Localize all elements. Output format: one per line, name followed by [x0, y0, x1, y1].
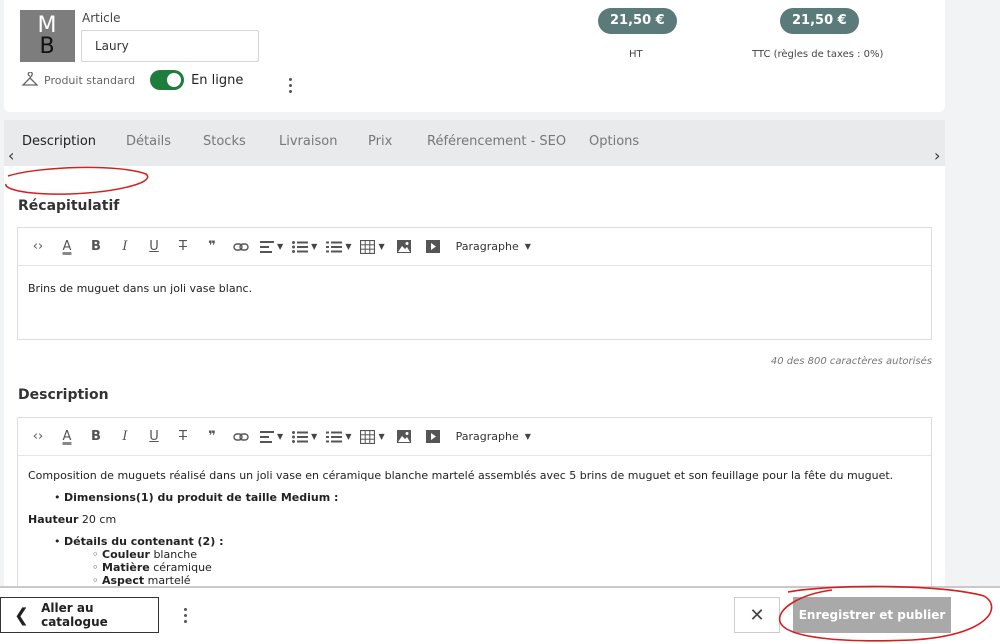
align-icon[interactable]: ▼ — [260, 426, 283, 448]
description-panel: Récapitulatif ‹› A B I U T ❞ ▼ ▼ ▼ ▼ Par… — [4, 166, 945, 592]
product-header: M B Article Laury Produit standard En li… — [4, 0, 945, 112]
quote-icon[interactable]: ❞ — [202, 236, 222, 258]
price-ttc-caption: TTC (règles de taxes : 0%) — [752, 49, 884, 60]
tab-details[interactable]: Détails — [126, 134, 171, 149]
action-bar: ❮ Aller au catalogue ✕ Enregistrer et pu… — [0, 586, 1000, 644]
product-type-row: Produit standard En ligne — [21, 70, 243, 90]
close-icon: ✕ — [749, 604, 765, 626]
footer-more-icon[interactable] — [180, 606, 190, 624]
container-heading: • Détails du contenant (2) : — [54, 535, 224, 548]
font-color-icon[interactable]: A — [57, 236, 77, 258]
ordered-list-icon[interactable]: ▼ — [326, 236, 351, 258]
description-editor[interactable]: ‹› A B I U T ❞ ▼ ▼ ▼ ▼ Paragraphe ▼ Comp… — [17, 417, 932, 592]
online-label: En ligne — [191, 72, 244, 88]
paragraph-format-label: Paragraphe — [455, 240, 519, 253]
paragraph-format-select[interactable]: Paragraphe ▼ — [452, 426, 531, 448]
video-icon[interactable] — [423, 236, 443, 258]
tab-seo[interactable]: Référencement - SEO — [427, 134, 566, 149]
back-to-catalog-label: Aller au catalogue — [41, 601, 108, 629]
bullet-list-icon[interactable]: ▼ — [292, 236, 317, 258]
logo-letter-b: B — [39, 34, 56, 59]
tab-livraison[interactable]: Livraison — [279, 134, 337, 149]
paragraph-format-select[interactable]: Paragraphe ▼ — [452, 236, 531, 258]
logo-letter-m: M — [37, 13, 58, 38]
price-ht-caption: HT — [629, 49, 643, 60]
recap-editor[interactable]: ‹› A B I U T ❞ ▼ ▼ ▼ ▼ Paragraphe ▼ Brin… — [17, 227, 932, 340]
align-icon[interactable]: ▼ — [260, 236, 283, 258]
bold-icon[interactable]: B — [86, 236, 106, 258]
code-view-icon[interactable]: ‹› — [28, 236, 48, 258]
price-ht-badge: 21,50 € — [598, 8, 677, 34]
bullet-list-icon[interactable]: ▼ — [292, 426, 317, 448]
article-label: Article — [82, 11, 121, 25]
back-to-catalog-button[interactable]: ❮ Aller au catalogue — [0, 597, 159, 633]
detail-item: ◦ Matière céramique — [92, 561, 212, 574]
shop-logo: M B — [20, 10, 75, 62]
italic-icon[interactable]: I — [115, 236, 135, 258]
link-icon[interactable] — [231, 426, 251, 448]
description-intro: Composition de muguets réalisé dans un j… — [28, 469, 894, 482]
strikethrough-icon[interactable]: T — [173, 236, 193, 258]
recap-title: Récapitulatif — [18, 198, 120, 214]
tabs-prev-arrow-icon[interactable]: ‹ — [8, 146, 14, 165]
dimensions-heading: • Dimensions(1) du produit de taille Med… — [54, 491, 339, 504]
link-icon[interactable] — [231, 236, 251, 258]
table-icon[interactable]: ▼ — [360, 426, 385, 448]
description-toolbar: ‹› A B I U T ❞ ▼ ▼ ▼ ▼ Paragraphe ▼ — [18, 418, 931, 456]
italic-icon[interactable]: I — [115, 426, 135, 448]
price-ttc-badge: 21,50 € — [780, 8, 859, 34]
product-tabs: Description Détails Stocks Livraison Pri… — [4, 120, 945, 166]
header-more-icon[interactable] — [285, 76, 295, 94]
save-and-publish-button[interactable]: Enregistrer et publier — [793, 597, 951, 633]
strikethrough-icon[interactable]: T — [173, 426, 193, 448]
description-text[interactable]: Composition de muguets réalisé dans un j… — [18, 456, 931, 602]
paragraph-format-label: Paragraphe — [455, 430, 519, 443]
tab-prix[interactable]: Prix — [368, 134, 392, 149]
bold-icon[interactable]: B — [86, 426, 106, 448]
table-icon[interactable]: ▼ — [360, 236, 385, 258]
character-counter: 40 des 800 caractères autorisés — [770, 356, 932, 367]
video-icon[interactable] — [423, 426, 443, 448]
recap-toolbar: ‹› A B I U T ❞ ▼ ▼ ▼ ▼ Paragraphe ▼ — [18, 228, 931, 266]
tab-stocks[interactable]: Stocks — [203, 134, 246, 149]
image-icon[interactable] — [394, 426, 414, 448]
detail-item: ◦ Aspect martelé — [92, 574, 191, 587]
chevron-left-icon: ❮ — [14, 604, 30, 626]
underline-icon[interactable]: U — [144, 236, 164, 258]
hanger-icon — [21, 72, 39, 86]
height-line: Hauteur 20 cm — [28, 513, 117, 526]
image-icon[interactable] — [394, 236, 414, 258]
online-toggle[interactable] — [150, 70, 185, 90]
tab-options[interactable]: Options — [589, 134, 639, 149]
close-button[interactable]: ✕ — [734, 597, 780, 633]
ordered-list-icon[interactable]: ▼ — [326, 426, 351, 448]
product-type-label: Produit standard — [44, 73, 136, 87]
quote-icon[interactable]: ❞ — [202, 426, 222, 448]
font-color-icon[interactable]: A — [57, 426, 77, 448]
detail-item: ◦ Couleur blanche — [92, 548, 197, 561]
tab-description[interactable]: Description — [22, 134, 96, 149]
article-name-input[interactable]: Laury — [81, 30, 259, 62]
underline-icon[interactable]: U — [144, 426, 164, 448]
tabs-next-arrow-icon[interactable]: › — [934, 146, 940, 165]
description-title: Description — [18, 387, 109, 403]
code-view-icon[interactable]: ‹› — [28, 426, 48, 448]
recap-text[interactable]: Brins de muguet dans un joli vase blanc. — [18, 266, 931, 311]
